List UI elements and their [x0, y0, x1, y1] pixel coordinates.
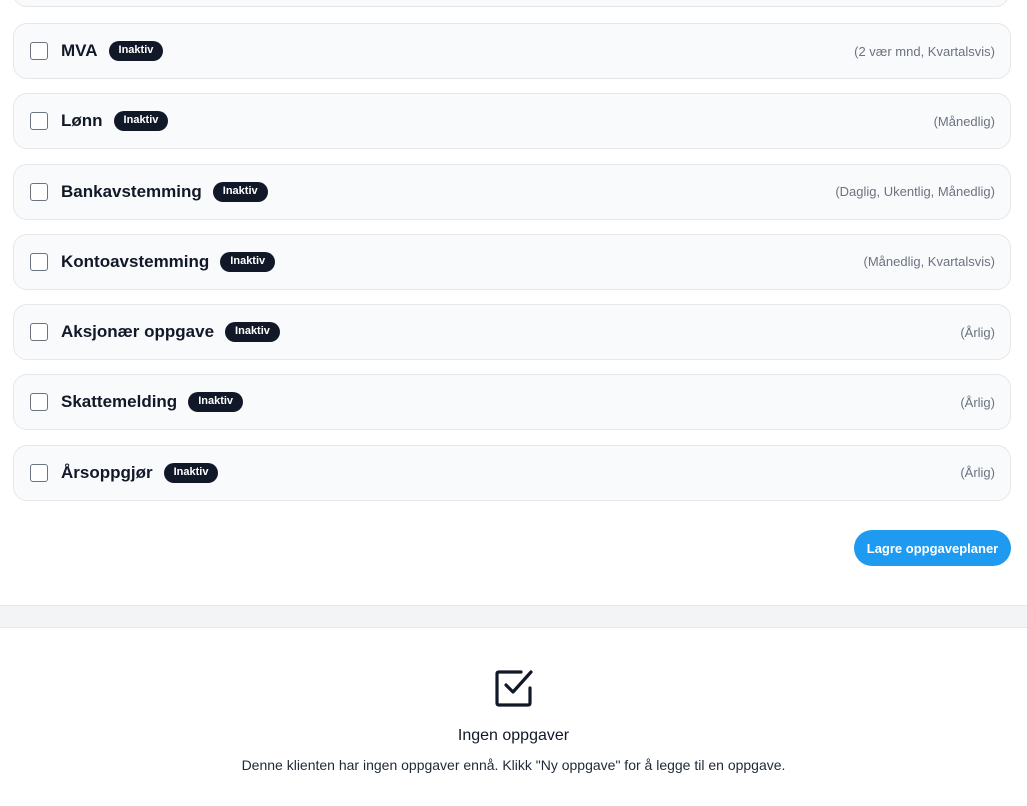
- page: MVA Inaktiv (2 vær mnd, Kvartalsvis) Løn…: [0, 0, 1027, 806]
- status-badge: Inaktiv: [163, 462, 219, 483]
- status-badge: Inaktiv: [212, 181, 268, 202]
- status-badge: Inaktiv: [225, 322, 280, 343]
- checkbox-checked-icon: [494, 670, 533, 707]
- task-name: Skattemelding: [61, 392, 178, 412]
- task-name: MVA: [61, 41, 98, 60]
- status-badge: Inaktiv: [113, 111, 169, 132]
- task-frequency: (Årlig): [960, 324, 995, 340]
- task-frequency: (2 vær mnd, Kvartalsvis): [854, 43, 995, 59]
- task-plan-list: MVA Inaktiv (2 vær mnd, Kvartalsvis) Løn…: [13, 23, 1011, 515]
- task-row-kontoavstemming[interactable]: Kontoavstemming Inaktiv (Månedlig, Kvart…: [13, 233, 1011, 290]
- task-name: Aksjonær oppgave: [61, 322, 215, 342]
- empty-state-title: Ingen oppgaver: [457, 727, 570, 744]
- task-checkbox[interactable]: [30, 42, 48, 60]
- task-checkbox[interactable]: [30, 393, 48, 412]
- task-checkbox[interactable]: [30, 182, 48, 201]
- section-divider: [0, 605, 1027, 628]
- status-badge: Inaktiv: [188, 392, 244, 413]
- task-frequency: (Daglig, Ukentlig, Månedlig): [835, 184, 995, 200]
- task-row-skattemelding[interactable]: Skattemelding Inaktiv (Årlig): [13, 374, 1011, 431]
- task-row-aksjonaer-oppgave[interactable]: Aksjonær oppgave Inaktiv (Årlig): [13, 304, 1011, 361]
- status-badge: Inaktiv: [108, 41, 164, 61]
- empty-state: Ingen oppgaver Denne klienten har ingen …: [0, 668, 1027, 773]
- status-badge: Inaktiv: [220, 251, 276, 272]
- save-task-plans-button[interactable]: Lagre oppgaveplaner: [854, 530, 1011, 566]
- task-checkbox[interactable]: [30, 112, 48, 131]
- task-checkbox[interactable]: [30, 323, 48, 342]
- task-checkbox[interactable]: [30, 463, 48, 482]
- task-frequency: (Månedlig, Kvartalsvis): [863, 254, 996, 270]
- empty-state-description: Denne klienten har ingen oppgaver ennå. …: [241, 757, 786, 773]
- task-name: Lønn: [61, 111, 103, 131]
- previous-task-row: [13, 0, 1009, 7]
- task-name: Kontoavstemming: [61, 251, 210, 271]
- task-checkbox[interactable]: [30, 252, 48, 271]
- task-row-mva[interactable]: MVA Inaktiv (2 vær mnd, Kvartalsvis): [13, 23, 1011, 79]
- task-frequency: (Årlig): [960, 465, 995, 481]
- task-name: Bankavstemming: [61, 181, 202, 201]
- task-name: Årsoppgjør: [61, 462, 153, 482]
- task-row-bankavstemming[interactable]: Bankavstemming Inaktiv (Daglig, Ukentlig…: [13, 163, 1011, 220]
- task-row-arsoppgjor[interactable]: Årsoppgjør Inaktiv (Årlig): [13, 444, 1011, 501]
- task-row-lonn[interactable]: Lønn Inaktiv (Månedlig): [13, 93, 1011, 150]
- task-frequency: (Månedlig): [933, 113, 995, 129]
- task-frequency: (Årlig): [960, 394, 995, 410]
